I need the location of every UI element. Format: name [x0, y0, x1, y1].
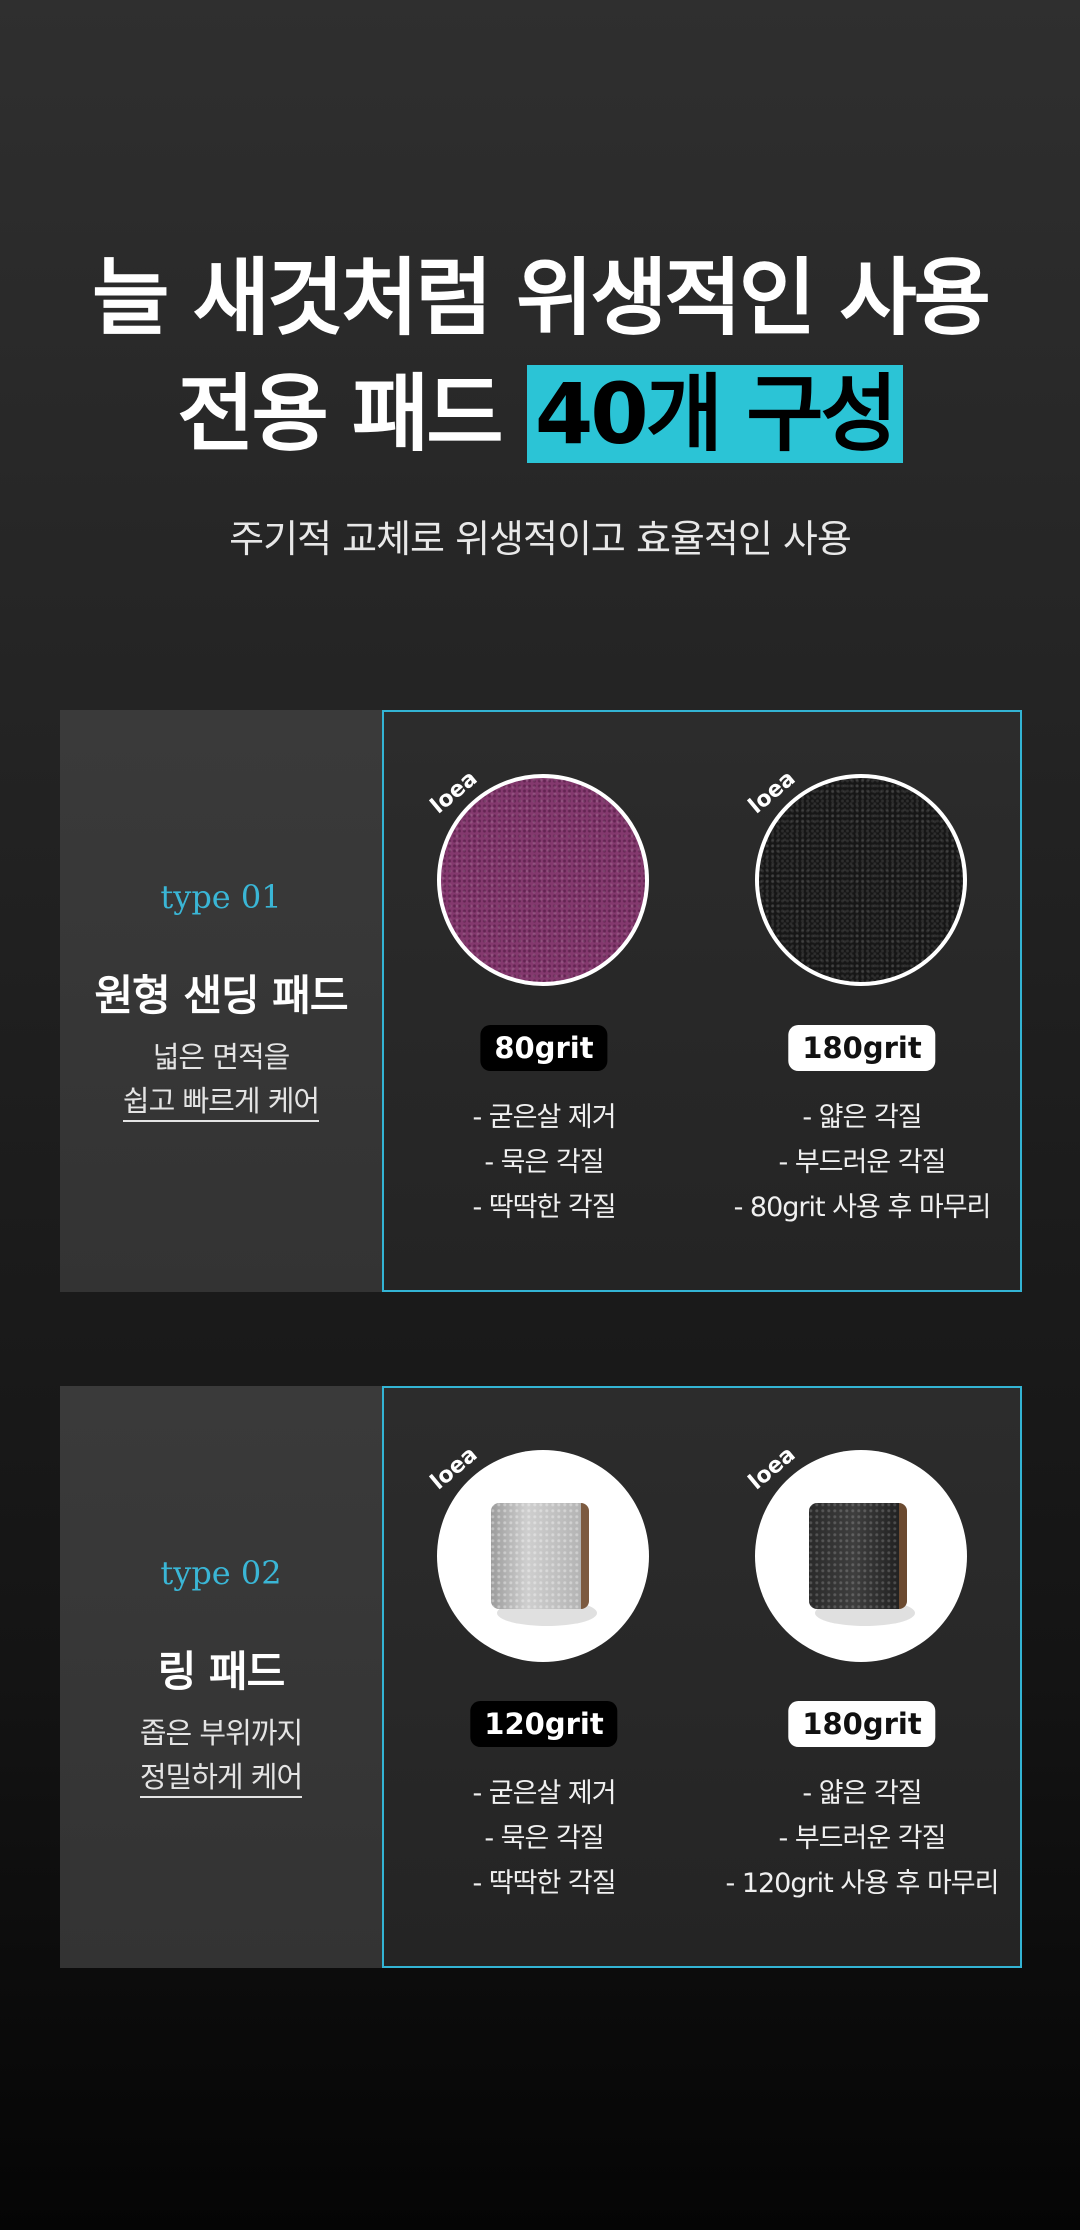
- black-ring-pad-image: [755, 1450, 967, 1662]
- type-label: type 01: [160, 878, 282, 916]
- pad-description-line2: 정밀하게 케어: [60, 1754, 382, 1798]
- pad-title: 링 패드: [157, 1647, 286, 1696]
- feature-item: - 묵은 각질: [484, 1823, 604, 1854]
- feature-item: - 얇은 각질: [802, 1778, 922, 1809]
- pad-description-line2: 쉽고 빠르게 케어: [60, 1078, 382, 1122]
- hero-title-line1: 늘 새것처럼 위생적인 사용: [92, 249, 991, 347]
- feature-item: - 120grit 사용 후 마무리: [725, 1868, 1000, 1899]
- hero-title-line2: 전용 패드 40개 구성: [0, 356, 1080, 472]
- ring-pad-shape: [809, 1503, 907, 1609]
- grey-ring-pad-image: [437, 1450, 649, 1662]
- purple-sanding-disc-image: [437, 774, 649, 986]
- grit-badge: 80grit: [480, 1025, 608, 1071]
- product-120grit: loea 120grit - 굳은살 제거 - 묵은 각질 - 딱딱한 각질: [384, 1388, 704, 1970]
- feature-item: - 딱딱한 각질: [472, 1192, 616, 1223]
- products-panel: loea 120grit - 굳은살 제거 - 묵은 각질 - 딱딱한 각질 l…: [382, 1386, 1022, 1968]
- grit-badge: 180grit: [788, 1025, 936, 1071]
- pad-description-line1: 넓은 면적을: [152, 1040, 291, 1074]
- type-label: type 02: [160, 1554, 282, 1592]
- black-sanding-disc-image: [755, 774, 967, 986]
- grit-badge: 180grit: [788, 1701, 936, 1747]
- feature-item: - 굳은살 제거: [472, 1102, 616, 1133]
- hero-title-highlight: 40개 구성: [526, 365, 903, 463]
- product-180grit: loea 180grit - 얇은 각질 - 부드러운 각질 - 80grit …: [702, 712, 1022, 1294]
- product-180grit-ring: loea 180grit - 얇은 각질 - 부드러운 각질 - 120grit…: [702, 1388, 1022, 1970]
- ring-pad-shape: [491, 1503, 589, 1609]
- feature-item: - 부드러운 각질: [778, 1147, 947, 1178]
- pad-description-line1: 좁은 부위까지: [139, 1716, 303, 1750]
- products-panel: loea 80grit - 굳은살 제거 - 묵은 각질 - 딱딱한 각질 lo…: [382, 710, 1022, 1292]
- hero-title: 늘 새것처럼 위생적인 사용 전용 패드 40개 구성: [0, 240, 1080, 472]
- feature-item: - 부드러운 각질: [778, 1823, 947, 1854]
- grit-badge: 120grit: [470, 1701, 618, 1747]
- pad-title: 원형 샌딩 패드: [94, 971, 348, 1020]
- hero-title-prefix: 전용 패드: [177, 365, 503, 463]
- section-round-pad: type 01 원형 샌딩 패드 넓은 면적을 쉽고 빠르게 케어 loea 8…: [60, 710, 1022, 1292]
- hero-subtitle: 주기적 교체로 위생적이고 효율적인 사용: [229, 517, 852, 561]
- feature-item: - 얇은 각질: [802, 1102, 922, 1133]
- section-info-panel: type 01 원형 샌딩 패드 넓은 면적을 쉽고 빠르게 케어: [60, 710, 382, 1292]
- feature-item: - 굳은살 제거: [472, 1778, 616, 1809]
- feature-item: - 묵은 각질: [484, 1147, 604, 1178]
- section-info-panel: type 02 링 패드 좁은 부위까지 정밀하게 케어: [60, 1386, 382, 1968]
- product-80grit: loea 80grit - 굳은살 제거 - 묵은 각질 - 딱딱한 각질: [384, 712, 704, 1294]
- feature-item: - 80grit 사용 후 마무리: [733, 1192, 992, 1223]
- section-ring-pad: type 02 링 패드 좁은 부위까지 정밀하게 케어 loea 120gri…: [60, 1386, 1022, 1968]
- feature-item: - 딱딱한 각질: [472, 1868, 616, 1899]
